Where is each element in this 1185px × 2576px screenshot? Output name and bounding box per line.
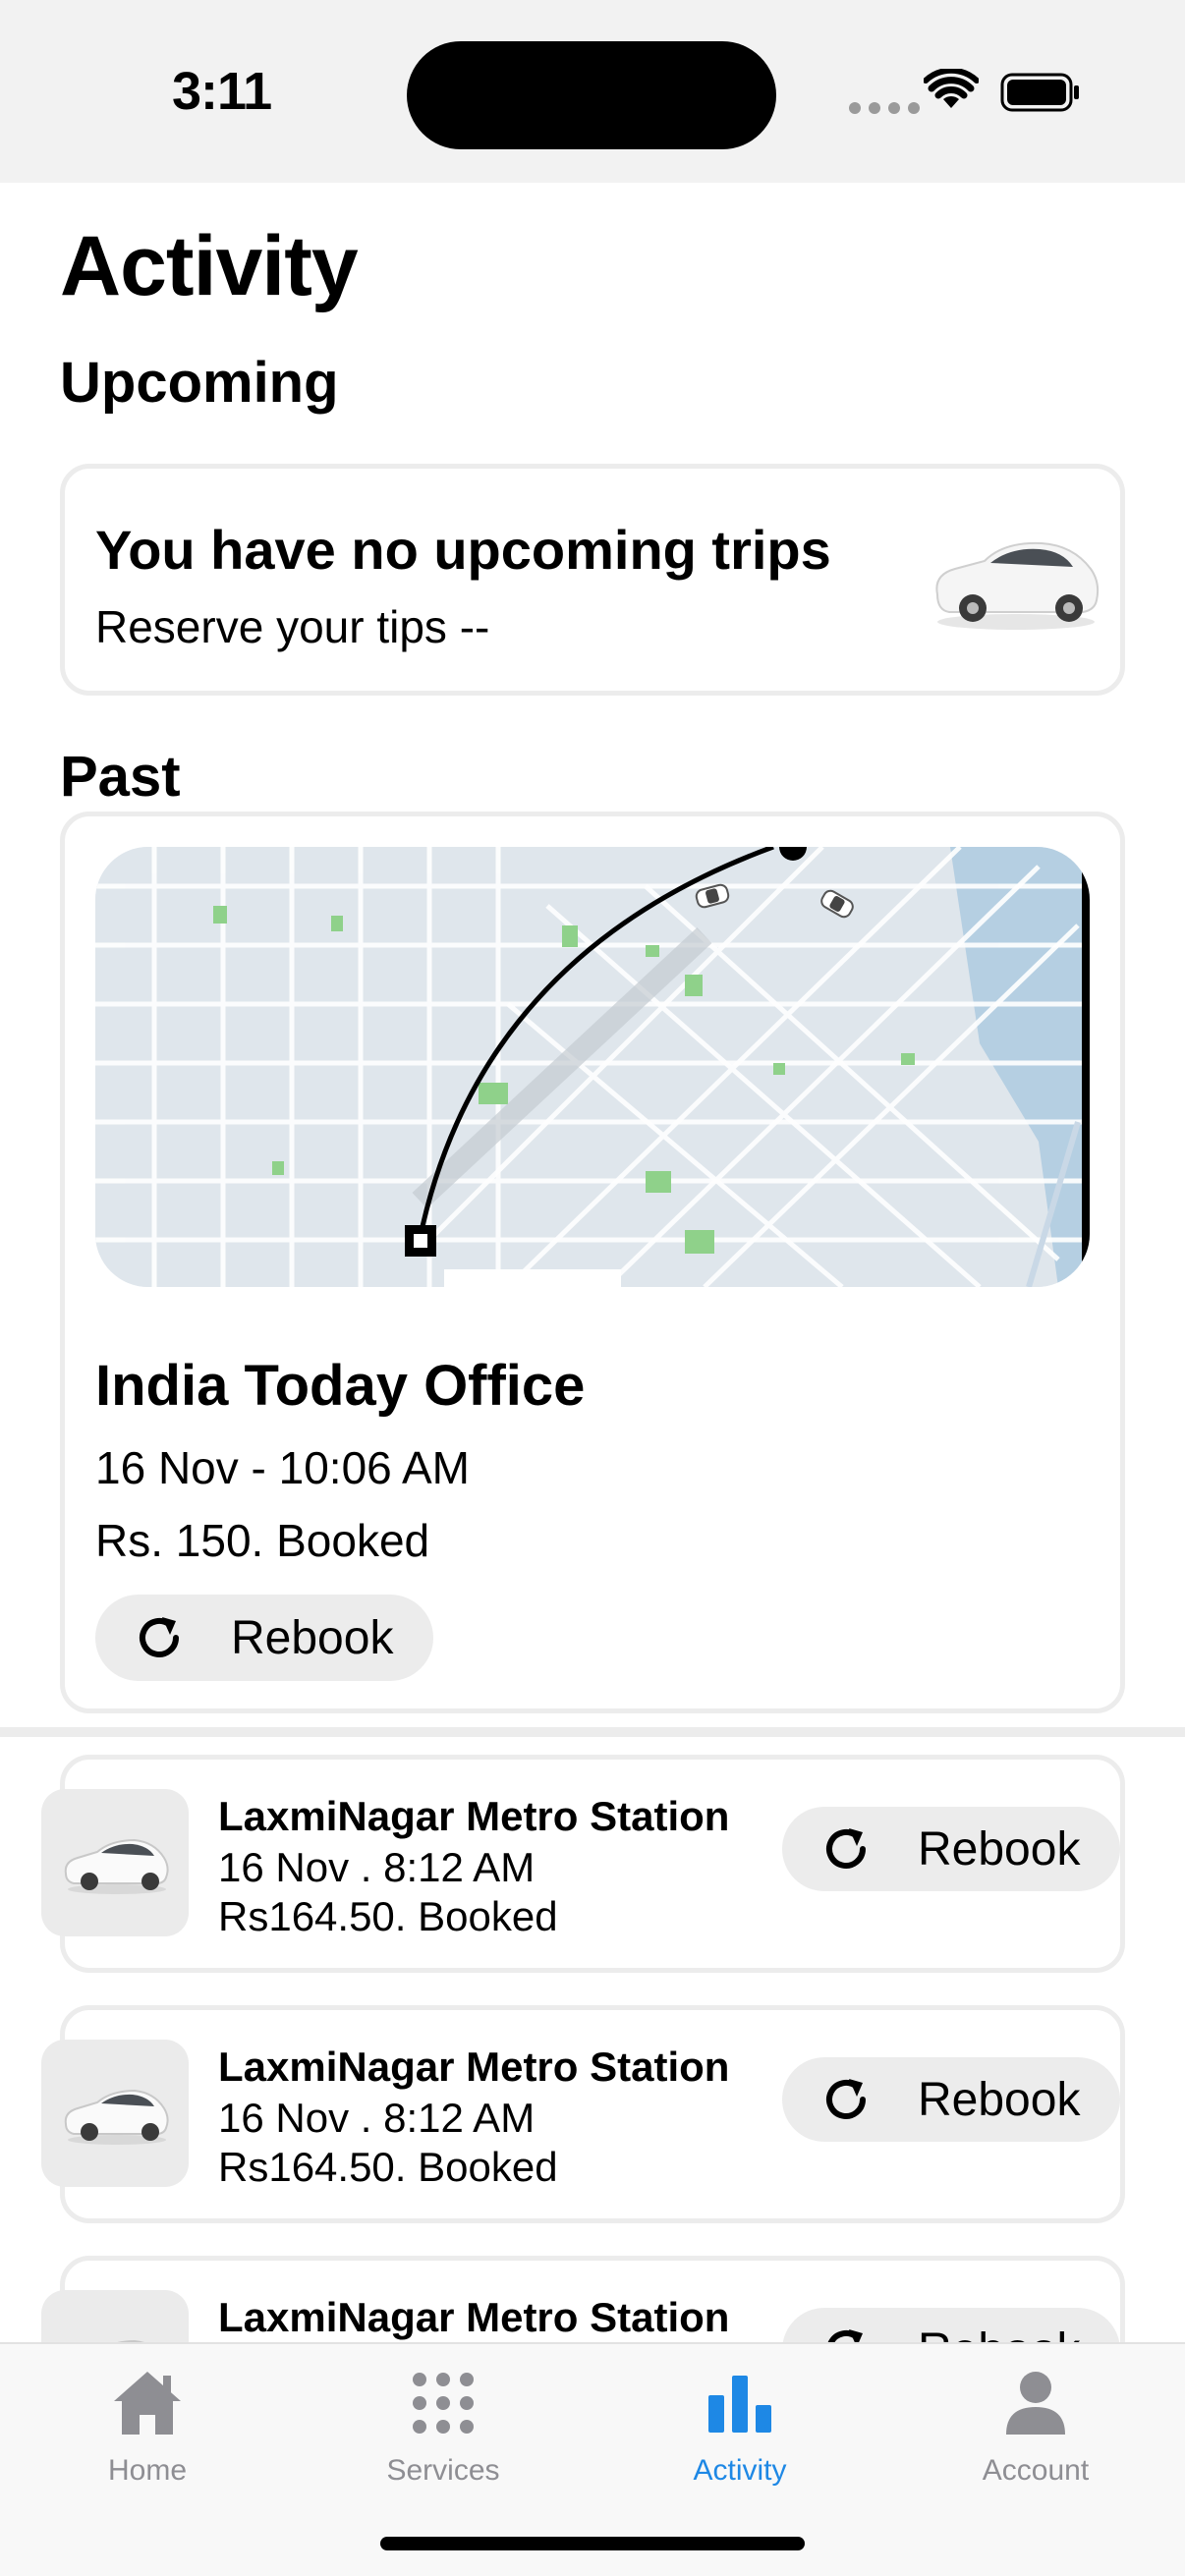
trip-route-map[interactable] xyxy=(95,847,1090,1287)
car-thumbnail xyxy=(41,1789,189,1936)
car-icon xyxy=(935,541,1100,630)
car-icon xyxy=(64,2089,169,2145)
upcoming-heading: Upcoming xyxy=(60,351,339,415)
page-title: Activity xyxy=(60,219,359,313)
cellular-signal-icon xyxy=(849,102,920,114)
list-item-price-status: Rs164.50. Booked xyxy=(218,1893,558,1939)
grid-icon xyxy=(413,2373,474,2434)
tab-home[interactable]: Home xyxy=(39,2366,255,2513)
home-indicator xyxy=(380,2537,805,2550)
bar-chart-icon xyxy=(708,2376,771,2433)
tab-account[interactable]: Account xyxy=(928,2366,1144,2513)
tab-label: Services xyxy=(386,2454,500,2487)
section-divider xyxy=(0,1727,1185,1737)
tab-label: Activity xyxy=(693,2454,787,2487)
list-item-datetime: 16 Nov . 8:12 AM xyxy=(218,1844,536,1890)
rebook-label: Rebook xyxy=(231,1611,394,1664)
refresh-icon xyxy=(826,1828,866,1869)
refresh-icon xyxy=(140,1617,179,1657)
list-item-destination: LaxmiNagar Metro Station xyxy=(218,2294,730,2340)
battery-icon xyxy=(1000,73,1079,112)
upcoming-title: You have no upcoming trips xyxy=(95,519,831,581)
car-thumbnail xyxy=(41,2040,189,2187)
rebook-label: Rebook xyxy=(918,2073,1081,2126)
trip-destination: India Today Office xyxy=(95,1354,586,1418)
dynamic-island xyxy=(407,41,776,149)
person-icon xyxy=(1006,2372,1065,2435)
list-item-destination: LaxmiNagar Metro Station xyxy=(218,1793,730,1839)
list-item-datetime: 16 Nov . 8:12 AM xyxy=(218,2095,536,2141)
upcoming-trips-card[interactable]: You have no upcoming trips Reserve your … xyxy=(60,464,1125,696)
status-time: 3:11 xyxy=(172,62,272,121)
tab-label: Home xyxy=(107,2454,188,2487)
list-item-price-status: Rs164.50. Booked xyxy=(218,2144,558,2190)
upcoming-subtitle: Reserve your tips -- xyxy=(95,601,490,652)
map-graphic xyxy=(95,847,1090,1287)
past-heading: Past xyxy=(60,745,181,809)
rebook-button[interactable]: Rebook xyxy=(782,2057,1120,2142)
trip-datetime: 16 Nov - 10:06 AM xyxy=(95,1442,470,1493)
list-item[interactable]: LaxmiNagar Metro Station 16 Nov . 8:12 A… xyxy=(41,1755,1125,1973)
tab-activity[interactable]: Activity xyxy=(632,2366,848,2513)
rebook-button[interactable]: Rebook xyxy=(782,1807,1120,1891)
rebook-button[interactable]: Rebook xyxy=(95,1595,433,1681)
list-item-destination: LaxmiNagar Metro Station xyxy=(218,2044,730,2090)
trip-price-status: Rs. 150. Booked xyxy=(95,1515,430,1566)
tab-services[interactable]: Services xyxy=(335,2366,551,2513)
status-bar: 3:11 xyxy=(0,0,1185,183)
refresh-icon xyxy=(826,2079,866,2119)
car-icon xyxy=(64,1838,169,1894)
wifi-icon xyxy=(924,69,979,108)
past-trip-card[interactable]: India Today Office 16 Nov - 10:06 AM Rs.… xyxy=(60,812,1125,1713)
tab-label: Account xyxy=(982,2454,1090,2487)
house-icon xyxy=(114,2372,181,2435)
list-item[interactable]: LaxmiNagar Metro Station 16 Nov . 8:12 A… xyxy=(41,2005,1125,2223)
rebook-label: Rebook xyxy=(918,1822,1081,1876)
